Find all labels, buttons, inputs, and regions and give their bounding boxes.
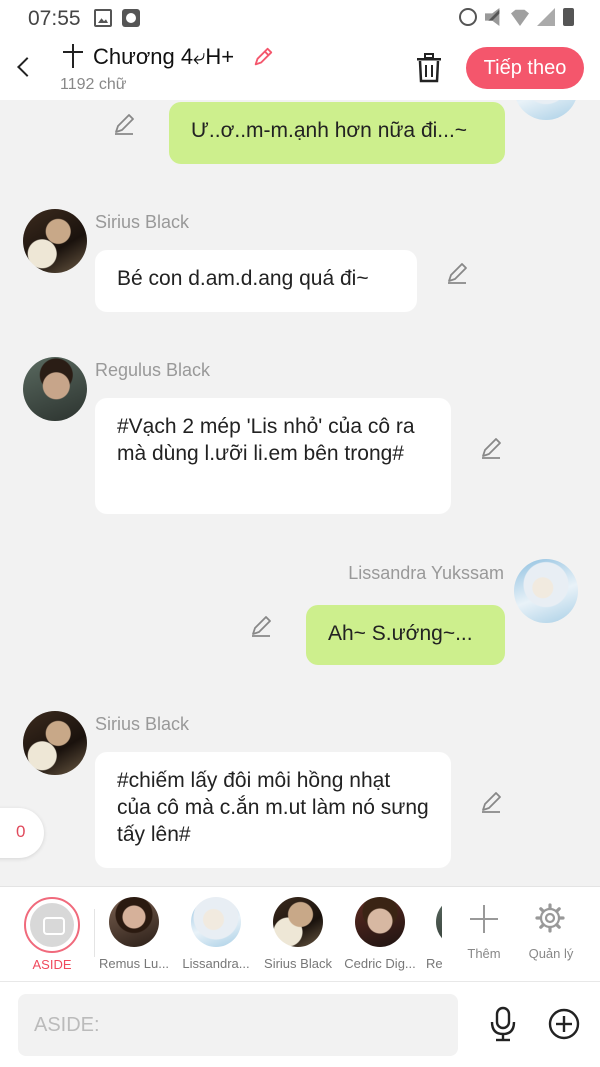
message-text: #Vạch 2 mép 'Lis nhỏ' của cô ra mà dùng … <box>117 415 415 465</box>
alarm-icon <box>459 8 477 26</box>
character-name: Re <box>426 956 442 971</box>
add-character-plus-icon[interactable] <box>470 905 498 933</box>
cedric-avatar <box>355 897 405 947</box>
character-remus[interactable]: Remus Lu... <box>94 897 174 971</box>
chapter-title: Chương 4⤶H+ <box>93 44 235 69</box>
message-bubble[interactable]: #chiếm lấy đôi môi hồng nhạt của cô mà c… <box>95 752 451 868</box>
message-bubble[interactable]: Ư..ơ..m-m.ạnh hơn nữa đi...~ <box>169 102 505 164</box>
app-notification-icon <box>122 9 140 27</box>
battery-icon <box>563 8 574 26</box>
lissandra-avatar <box>191 897 241 947</box>
word-count: 1192 chữ <box>60 76 127 93</box>
message-bubble[interactable]: Ah~ S.ướng~... <box>306 605 505 665</box>
sirius-avatar[interactable] <box>23 209 87 273</box>
sender-name: Regulus Black <box>95 360 211 380</box>
character-name: Lissandra... <box>182 956 250 971</box>
sirius-avatar[interactable] <box>23 711 87 775</box>
message-text: Ư..ơ..m-m.ạnh hơn nữa đi...~ <box>191 119 468 142</box>
edit-message-pencil-icon[interactable] <box>445 261 469 285</box>
status-time: 07:55 <box>28 7 81 30</box>
aside-label: ASIDE <box>32 957 72 972</box>
back-arrow-icon[interactable] <box>14 54 34 80</box>
aside-chat-icon <box>30 903 74 947</box>
chat-area[interactable]: Ư..ơ..m-m.ạnh hơn nữa đi...~ Sirius Blac… <box>0 100 600 886</box>
next-chapter-button[interactable]: Tiếp theo <box>466 47 584 89</box>
status-icons <box>459 8 574 26</box>
edit-message-pencil-icon[interactable] <box>112 112 136 136</box>
microphone-icon[interactable] <box>488 1006 518 1042</box>
remus-avatar <box>109 897 159 947</box>
character-name: Remus Lu... <box>98 956 170 971</box>
message-bubble[interactable]: Bé con d.am.d.ang quá đi~ <box>95 250 417 312</box>
photo-notification-icon <box>94 9 112 27</box>
wifi-icon <box>511 9 529 26</box>
edit-title-pencil-icon[interactable] <box>252 46 274 68</box>
edit-message-pencil-icon[interactable] <box>479 436 503 460</box>
trash-icon[interactable] <box>414 52 444 84</box>
lissandra-avatar[interactable] <box>514 100 578 120</box>
character-lissandra[interactable]: Lissandra... <box>176 897 256 971</box>
manage-label[interactable]: Quản lý <box>522 946 580 961</box>
chapter-header: Chương 4⤶H+ 1192 chữ Tiếp theo <box>0 36 600 100</box>
sender-name: Lissandra Yukssam <box>348 563 504 583</box>
edit-message-pencil-icon[interactable] <box>249 614 273 638</box>
character-cedric[interactable]: Cedric Dig... <box>340 897 420 971</box>
lissandra-avatar[interactable] <box>514 559 578 623</box>
edit-message-pencil-icon[interactable] <box>479 790 503 814</box>
counter-value: 0 <box>16 822 26 841</box>
mute-icon <box>485 8 500 26</box>
status-bar: 07:55 <box>0 0 600 36</box>
character-regulus[interactable]: Re <box>414 897 442 971</box>
message-text: Ah~ S.ướng~... <box>328 622 473 645</box>
character-name: Sirius Black <box>264 956 332 971</box>
regulus-avatar <box>436 897 442 947</box>
cross-icon <box>60 42 86 72</box>
character-bar: ASIDE Remus Lu... Lissandra... Sirius Bl… <box>0 886 600 982</box>
gear-icon[interactable] <box>535 903 565 933</box>
sender-name: Sirius Black <box>95 212 190 232</box>
signal-icon <box>537 8 555 26</box>
character-name: Cedric Dig... <box>344 956 416 971</box>
plus-circle-icon[interactable] <box>548 1008 580 1040</box>
add-character-label[interactable]: Thêm <box>456 946 512 961</box>
sender-name: Sirius Black <box>95 714 190 734</box>
message-text: Bé con d.am.d.ang quá đi~ <box>117 267 369 290</box>
character-sirius[interactable]: Sirius Black <box>258 897 338 971</box>
regulus-avatar[interactable] <box>23 357 87 421</box>
floating-counter-badge[interactable]: 0 <box>0 808 44 858</box>
aside-input[interactable] <box>18 994 458 1056</box>
message-text: #chiếm lấy đôi môi hồng nhạt của cô mà c… <box>117 769 429 846</box>
sirius-avatar <box>273 897 323 947</box>
input-bar <box>0 982 600 1067</box>
aside-tab[interactable] <box>24 897 80 953</box>
message-bubble[interactable]: #Vạch 2 mép 'Lis nhỏ' của cô ra mà dùng … <box>95 398 451 514</box>
